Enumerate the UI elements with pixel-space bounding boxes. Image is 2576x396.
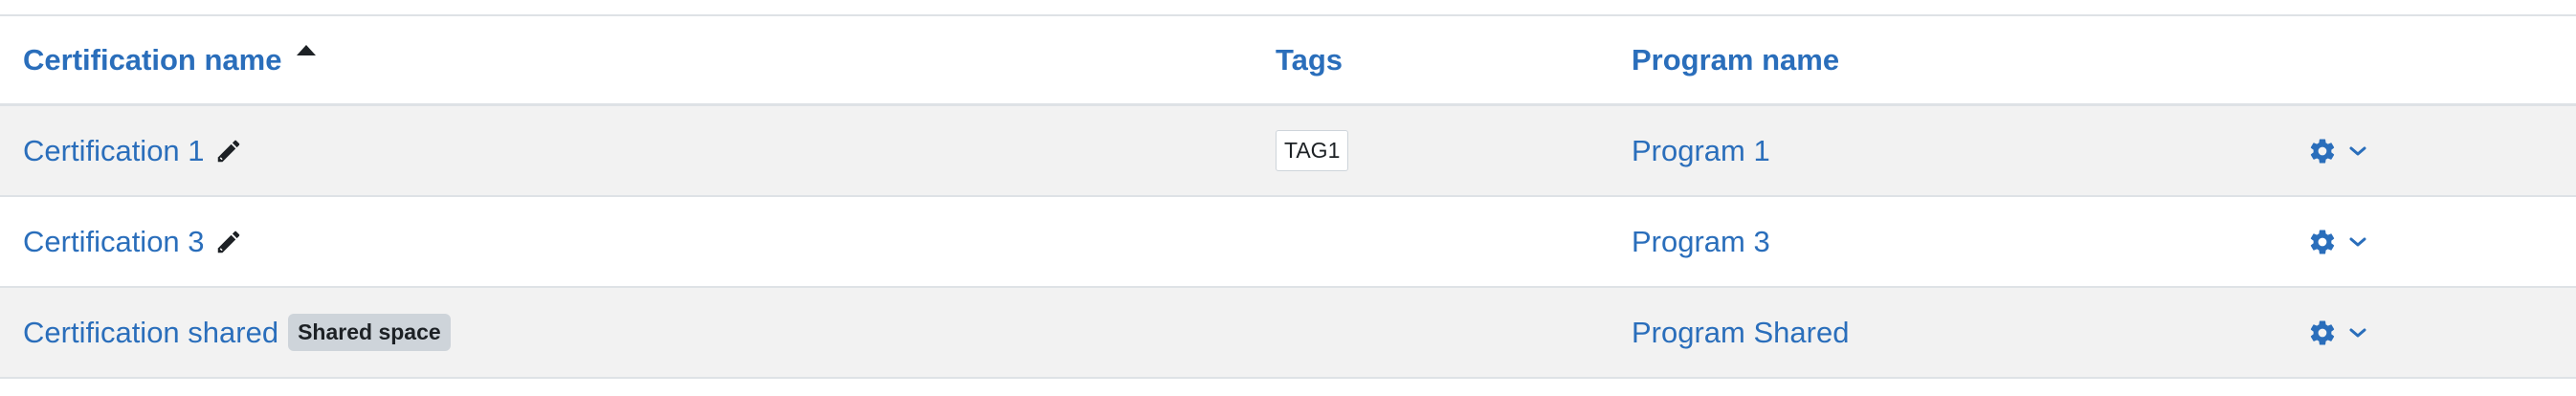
certification-cell: Certification 1	[23, 106, 243, 195]
tags-cell: TAG1	[1276, 106, 1349, 195]
certification-cell: Certification shared Shared space	[23, 288, 451, 377]
program-cell: Program Shared	[1632, 288, 1849, 377]
program-link[interactable]: Program Shared	[1632, 316, 1849, 350]
sort-ascending-icon	[297, 45, 317, 55]
actions-cell	[2308, 106, 2367, 195]
tag-badge[interactable]: TAG1	[1276, 130, 1349, 171]
gear-icon	[2310, 319, 2335, 344]
gear-icon	[2310, 138, 2335, 163]
chevron-down-icon	[2349, 146, 2366, 155]
certification-link[interactable]: Certification shared	[23, 316, 278, 350]
certifications-table: Certification name Tags Program name Cer…	[0, 0, 2576, 396]
column-header-tags-label[interactable]: Tags	[1276, 43, 1343, 77]
certification-link[interactable]: Certification 1	[23, 134, 205, 168]
certification-link[interactable]: Certification 3	[23, 225, 205, 259]
chevron-down-icon	[2349, 328, 2366, 337]
gear-icon	[2310, 229, 2335, 253]
table-row: Certification shared Shared space Progra…	[0, 288, 2576, 379]
actions-menu-button[interactable]	[2308, 319, 2367, 347]
actions-menu-button[interactable]	[2308, 228, 2367, 256]
table-row: Certification 1 TAG1 Program 1	[0, 106, 2576, 197]
program-cell: Program 3	[1632, 197, 1770, 286]
program-link[interactable]: Program 1	[1632, 134, 1770, 168]
pencil-icon[interactable]	[214, 137, 243, 165]
actions-menu-button[interactable]	[2308, 137, 2367, 165]
chevron-down-icon	[2349, 237, 2366, 246]
actions-cell	[2308, 197, 2367, 286]
column-header-program-name[interactable]: Program name	[1632, 16, 1839, 103]
column-header-tags[interactable]: Tags	[1276, 16, 1343, 103]
certification-cell: Certification 3	[23, 197, 243, 286]
program-link[interactable]: Program 3	[1632, 225, 1770, 259]
column-header-certification-name[interactable]: Certification name	[23, 16, 317, 103]
table-header-row: Certification name Tags Program name	[0, 16, 2576, 106]
shared-space-badge: Shared space	[288, 314, 451, 351]
table-row: Certification 3 Program 3	[0, 197, 2576, 288]
column-header-program-name-label[interactable]: Program name	[1632, 43, 1839, 77]
program-cell: Program 1	[1632, 106, 1770, 195]
pencil-icon[interactable]	[214, 228, 243, 256]
column-header-certification-name-label[interactable]: Certification name	[23, 43, 281, 77]
actions-cell	[2308, 288, 2367, 377]
